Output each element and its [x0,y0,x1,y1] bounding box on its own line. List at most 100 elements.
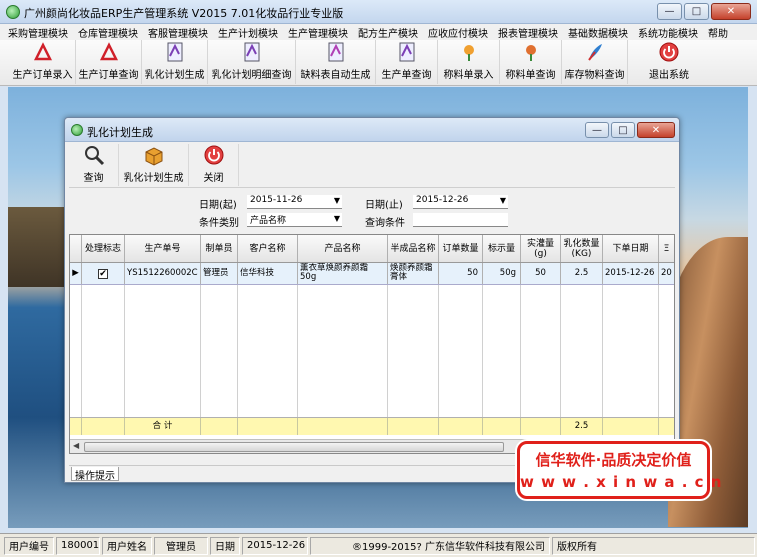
maximize-button[interactable]: □ [684,3,709,20]
cell-order-date[interactable]: 2015-12-26 [603,263,659,284]
promo-slogan: 信华软件·品质决定价值 [535,451,692,469]
flower-icon [458,41,480,63]
cell-emulsion-kg[interactable]: 2.5 [561,263,603,284]
menu-basic-data[interactable]: 基础数据模块 [568,25,628,40]
emulsion-plan-window: 乳化计划生成 — □ ✕ 查询 乳化计划生成 关闭 日期(起) 2015-11-… [64,117,680,483]
cell-order-no[interactable]: YS1512260002C [125,263,201,284]
menu-customer-service[interactable]: 客服管理模块 [148,25,208,40]
toolbar-stock-query-button[interactable]: 库存物料查询 [562,40,628,84]
col-header-maker[interactable]: 制单员 [201,235,238,262]
cell-semi-product[interactable]: 焕颜养颜霜膏体 [388,263,439,284]
menu-system[interactable]: 系统功能模块 [638,25,698,40]
close-window-button[interactable]: 关闭 [189,144,239,186]
condition-type-label: 条件类别 [199,218,239,229]
query-button[interactable]: 查询 [69,144,119,186]
dropdown-arrow-icon: ▼ [333,214,340,223]
date-from-picker[interactable]: 2015-11-26 ▼ [247,195,342,209]
vendor-promo-banner: 信华软件·品质决定价值 w w w . x i n w a . c n [517,441,721,499]
minimize-button[interactable]: — [657,3,682,20]
status-user-no-label: 用户编号 [4,536,54,555]
status-user-name-label: 用户姓名 [102,536,152,555]
query-condition-input[interactable] [413,213,508,227]
cell-customer[interactable]: 信华科技 [238,263,298,284]
toolbar-emulsion-plan-button[interactable]: 乳化计划生成 [142,40,208,84]
menu-purchase[interactable]: 采购管理模块 [8,25,68,40]
cell-label-qty[interactable]: 50g [483,263,521,284]
date-to-label: 日期(止) [365,200,403,211]
scroll-left-icon[interactable]: ◀ [73,441,79,450]
app-title: 广州颜尚化妆品ERP生产管理系统 V2015 7.01化妆品行业专业版 [24,7,344,20]
status-user-no: 180001 [56,536,100,555]
app-logo-icon [6,5,20,19]
grid-footer-totals: 合 计 2.5 [70,417,674,435]
filter-panel: 日期(起) 2015-11-26 ▼ 日期(止) 2015-12-26 ▼ 条件… [69,190,675,232]
col-header-customer[interactable]: 客户名称 [238,235,298,262]
flower-icon [520,41,542,63]
toolbar-emulsion-detail-button[interactable]: 乳化计划明细查询 [208,40,296,84]
toolbar-order-entry-button[interactable]: 生产订单录入 [10,40,76,84]
search-icon [83,144,105,166]
menu-formula-production[interactable]: 配方生产模块 [358,25,418,40]
col-header-order-no[interactable]: 生产单号 [125,235,201,262]
document-icon [396,41,418,63]
menu-production-manage[interactable]: 生产管理模块 [288,25,348,40]
status-date-label: 日期 [210,536,240,555]
row-pointer-icon: ▶ [70,263,82,284]
menu-help[interactable]: 帮助 [708,25,728,40]
query-condition-label: 查询条件 [365,218,405,229]
footer-total-label: 合 计 [125,418,201,435]
child-titlebar: 乳化计划生成 — □ ✕ [65,118,679,142]
menu-production-plan[interactable]: 生产计划模块 [218,25,278,40]
status-bar: 用户编号 180001 用户姓名 管理员 日期 2015-12-26 ®1999… [0,533,757,557]
col-header-emulsion-kg[interactable]: 乳化数量(KG) [561,235,603,262]
ops-hint-tab[interactable]: 操作提示 [71,467,119,482]
footer-total-emulsion-kg: 2.5 [561,418,603,435]
status-user-name: 管理员 [154,536,208,555]
background-rock-left [8,207,68,287]
checkmark-icon: ✔ [98,268,108,279]
cell-maker[interactable]: 管理员 [201,263,238,284]
grid-empty-area [70,285,674,417]
toolbar-order-query-button[interactable]: 生产订单查询 [76,40,142,84]
col-header-extra[interactable]: Ξ [659,235,674,262]
scrollbar-thumb[interactable] [84,442,504,452]
col-header-semi-product[interactable]: 半成品名称 [388,235,439,262]
grid-header: 处理标志 生产单号 制单员 客户名称 产品名称 半成品名称 订单数量 标示量 实… [70,235,674,263]
generate-plan-button[interactable]: 乳化计划生成 [119,144,189,186]
menu-reports[interactable]: 报表管理模块 [498,25,558,40]
pdf-icon [32,41,54,63]
cell-extra[interactable]: 20 [659,263,674,284]
table-row[interactable]: ▶ ✔ YS1512260002C 管理员 信华科技 薰衣草焕颜养颜霜 50g … [70,263,674,285]
menu-receivable-payable[interactable]: 应收应付模块 [428,25,488,40]
condition-type-select[interactable]: 产品名称 ▼ [247,213,342,227]
feather-icon [584,41,606,63]
col-header-fill-qty[interactable]: 实灌量(g) [521,235,561,262]
col-header-product[interactable]: 产品名称 [298,235,388,262]
child-close-button[interactable]: ✕ [637,122,675,138]
col-header-order-qty[interactable]: 订单数量 [439,235,483,262]
cell-order-qty[interactable]: 50 [439,263,483,284]
status-copyright: ®1999-2015? 广东信华软件科技有限公司 [310,536,550,555]
menu-warehouse[interactable]: 仓库管理模块 [78,25,138,40]
toolbar-weigh-query-button[interactable]: 称料单查询 [500,40,562,84]
toolbar-production-query-button[interactable]: 生产单查询 [376,40,438,84]
toolbar-weigh-entry-button[interactable]: 称料单录入 [438,40,500,84]
cell-product[interactable]: 薰衣草焕颜养颜霜 50g [298,263,388,284]
col-header-flag[interactable]: 处理标志 [82,235,125,262]
cell-fill-qty[interactable]: 50 [521,263,561,284]
toolbar-shortage-button[interactable]: 缺料表自动生成 [296,40,376,84]
date-from-label: 日期(起) [199,200,237,211]
dropdown-arrow-icon: ▼ [499,196,506,205]
col-header-label-qty[interactable]: 标示量 [483,235,521,262]
child-minimize-button[interactable]: — [585,122,609,138]
app-titlebar: 广州颜尚化妆品ERP生产管理系统 V2015 7.01化妆品行业专业版 — □ … [0,0,757,24]
exit-icon [658,41,680,63]
col-header-order-date[interactable]: 下单日期 [603,235,659,262]
child-toolbar: 查询 乳化计划生成 关闭 [69,144,675,188]
flag-checkbox[interactable]: ✔ [82,263,125,284]
row-indicator-header [70,235,82,262]
date-to-picker[interactable]: 2015-12-26 ▼ [413,195,508,209]
close-button[interactable]: ✕ [711,3,751,20]
child-maximize-button[interactable]: □ [611,122,635,138]
toolbar-exit-button[interactable]: 退出系统 [628,40,710,84]
